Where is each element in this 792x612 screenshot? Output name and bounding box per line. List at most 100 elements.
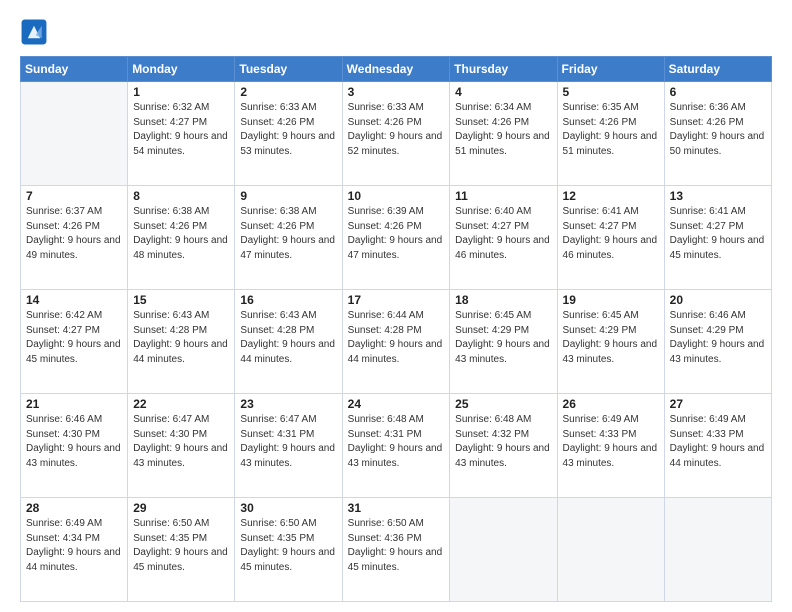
day-info: Sunrise: 6:37 AMSunset: 4:26 PMDaylight:… — [26, 205, 122, 263]
day-info: Sunrise: 6:43 AMSunset: 4:28 PMDaylight:… — [133, 309, 229, 367]
day-number: 27 — [670, 397, 766, 411]
calendar-day-cell: 5 Sunrise: 6:35 AMSunset: 4:26 PMDaylight… — [557, 82, 664, 186]
calendar-week-row: 7 Sunrise: 6:37 AMSunset: 4:26 PMDaylight… — [21, 186, 772, 290]
day-info: Sunrise: 6:47 AMSunset: 4:31 PMDaylight:… — [240, 413, 336, 471]
day-info: Sunrise: 6:33 AMSunset: 4:26 PMDaylight:… — [240, 101, 336, 159]
day-info: Sunrise: 6:41 AMSunset: 4:27 PMDaylight:… — [670, 205, 766, 263]
day-number: 11 — [455, 189, 551, 203]
page: SundayMondayTuesdayWednesdayThursdayFrid… — [0, 0, 792, 612]
day-number: 24 — [348, 397, 445, 411]
calendar-day-cell: 14 Sunrise: 6:42 AMSunset: 4:27 PMDayligh… — [21, 290, 128, 394]
day-number: 23 — [240, 397, 336, 411]
day-number: 1 — [133, 85, 229, 99]
day-info: Sunrise: 6:41 AMSunset: 4:27 PMDaylight:… — [563, 205, 659, 263]
day-info: Sunrise: 6:45 AMSunset: 4:29 PMDaylight:… — [455, 309, 551, 367]
day-info: Sunrise: 6:42 AMSunset: 4:27 PMDaylight:… — [26, 309, 122, 367]
day-number: 25 — [455, 397, 551, 411]
calendar-day-cell: 3 Sunrise: 6:33 AMSunset: 4:26 PMDaylight… — [342, 82, 450, 186]
calendar-day-cell: 2 Sunrise: 6:33 AMSunset: 4:26 PMDaylight… — [235, 82, 342, 186]
weekday-header: Friday — [557, 57, 664, 82]
calendar-table: SundayMondayTuesdayWednesdayThursdayFrid… — [20, 56, 772, 602]
day-number: 8 — [133, 189, 229, 203]
calendar-day-cell: 23 Sunrise: 6:47 AMSunset: 4:31 PMDayligh… — [235, 394, 342, 498]
day-info: Sunrise: 6:50 AMSunset: 4:36 PMDaylight:… — [348, 517, 445, 575]
day-info: Sunrise: 6:32 AMSunset: 4:27 PMDaylight:… — [133, 101, 229, 159]
calendar-day-cell: 27 Sunrise: 6:49 AMSunset: 4:33 PMDayligh… — [664, 394, 771, 498]
calendar-day-cell: 28Sunrise: 6:49 AMSunset: 4:34 PMDayligh… — [21, 498, 128, 602]
calendar-day-cell: 17 Sunrise: 6:44 AMSunset: 4:28 PMDayligh… — [342, 290, 450, 394]
day-number: 5 — [563, 85, 659, 99]
weekday-header: Sunday — [21, 57, 128, 82]
day-number: 22 — [133, 397, 229, 411]
calendar-week-row: 1 Sunrise: 6:32 AMSunset: 4:27 PMDaylight… — [21, 82, 772, 186]
calendar-day-cell: 19 Sunrise: 6:45 AMSunset: 4:29 PMDayligh… — [557, 290, 664, 394]
day-info: Sunrise: 6:44 AMSunset: 4:28 PMDaylight:… — [348, 309, 445, 367]
calendar-day-cell: 1 Sunrise: 6:32 AMSunset: 4:27 PMDaylight… — [128, 82, 235, 186]
day-info: Sunrise: 6:49 AMSunset: 4:34 PMDaylight:… — [26, 517, 122, 575]
day-info: Sunrise: 6:47 AMSunset: 4:30 PMDaylight:… — [133, 413, 229, 471]
header — [20, 18, 772, 46]
day-number: 3 — [348, 85, 445, 99]
day-number: 14 — [26, 293, 122, 307]
calendar-header: SundayMondayTuesdayWednesdayThursdayFrid… — [21, 57, 772, 82]
day-number: 20 — [670, 293, 766, 307]
calendar-day-cell: 29 Sunrise: 6:50 AMSunset: 4:35 PMDayligh… — [128, 498, 235, 602]
day-number: 17 — [348, 293, 445, 307]
day-number: 7 — [26, 189, 122, 203]
calendar-day-cell — [557, 498, 664, 602]
day-number: 9 — [240, 189, 336, 203]
day-number: 15 — [133, 293, 229, 307]
day-info: Sunrise: 6:36 AMSunset: 4:26 PMDaylight:… — [670, 101, 766, 159]
day-info: Sunrise: 6:50 AMSunset: 4:35 PMDaylight:… — [133, 517, 229, 575]
weekday-header: Thursday — [450, 57, 557, 82]
calendar-day-cell: 30 Sunrise: 6:50 AMSunset: 4:35 PMDayligh… — [235, 498, 342, 602]
day-number: 13 — [670, 189, 766, 203]
calendar-day-cell: 21Sunrise: 6:46 AMSunset: 4:30 PMDayligh… — [21, 394, 128, 498]
calendar-week-row: 14 Sunrise: 6:42 AMSunset: 4:27 PMDayligh… — [21, 290, 772, 394]
day-number: 4 — [455, 85, 551, 99]
day-number: 30 — [240, 501, 336, 515]
day-number: 26 — [563, 397, 659, 411]
calendar-day-cell: 26Sunrise: 6:49 AMSunset: 4:33 PMDayligh… — [557, 394, 664, 498]
day-number: 29 — [133, 501, 229, 515]
calendar-day-cell: 25 Sunrise: 6:48 AMSunset: 4:32 PMDayligh… — [450, 394, 557, 498]
day-info: Sunrise: 6:43 AMSunset: 4:28 PMDaylight:… — [240, 309, 336, 367]
day-number: 12 — [563, 189, 659, 203]
calendar-day-cell — [450, 498, 557, 602]
day-number: 18 — [455, 293, 551, 307]
calendar-day-cell: 22 Sunrise: 6:47 AMSunset: 4:30 PMDayligh… — [128, 394, 235, 498]
weekday-row: SundayMondayTuesdayWednesdayThursdayFrid… — [21, 57, 772, 82]
day-number: 19 — [563, 293, 659, 307]
calendar-day-cell: 10Sunrise: 6:39 AMSunset: 4:26 PMDayligh… — [342, 186, 450, 290]
weekday-header: Wednesday — [342, 57, 450, 82]
day-info: Sunrise: 6:50 AMSunset: 4:35 PMDaylight:… — [240, 517, 336, 575]
calendar-day-cell: 24 Sunrise: 6:48 AMSunset: 4:31 PMDayligh… — [342, 394, 450, 498]
day-info: Sunrise: 6:46 AMSunset: 4:30 PMDaylight:… — [26, 413, 122, 471]
weekday-header: Tuesday — [235, 57, 342, 82]
calendar-day-cell: 20 Sunrise: 6:46 AMSunset: 4:29 PMDayligh… — [664, 290, 771, 394]
day-info: Sunrise: 6:35 AMSunset: 4:26 PMDaylight:… — [563, 101, 659, 159]
calendar-day-cell: 7 Sunrise: 6:37 AMSunset: 4:26 PMDaylight… — [21, 186, 128, 290]
calendar-week-row: 28Sunrise: 6:49 AMSunset: 4:34 PMDayligh… — [21, 498, 772, 602]
calendar-day-cell: 12 Sunrise: 6:41 AMSunset: 4:27 PMDayligh… — [557, 186, 664, 290]
calendar-day-cell: 6Sunrise: 6:36 AMSunset: 4:26 PMDaylight… — [664, 82, 771, 186]
logo-icon — [20, 18, 48, 46]
logo — [20, 18, 50, 46]
day-info: Sunrise: 6:39 AMSunset: 4:26 PMDaylight:… — [348, 205, 445, 263]
weekday-header: Saturday — [664, 57, 771, 82]
day-info: Sunrise: 6:38 AMSunset: 4:26 PMDaylight:… — [133, 205, 229, 263]
day-info: Sunrise: 6:48 AMSunset: 4:32 PMDaylight:… — [455, 413, 551, 471]
day-info: Sunrise: 6:49 AMSunset: 4:33 PMDaylight:… — [670, 413, 766, 471]
day-number: 2 — [240, 85, 336, 99]
calendar-day-cell: 16Sunrise: 6:43 AMSunset: 4:28 PMDayligh… — [235, 290, 342, 394]
day-info: Sunrise: 6:46 AMSunset: 4:29 PMDaylight:… — [670, 309, 766, 367]
calendar-day-cell: 15 Sunrise: 6:43 AMSunset: 4:28 PMDayligh… — [128, 290, 235, 394]
calendar-day-cell — [664, 498, 771, 602]
day-info: Sunrise: 6:48 AMSunset: 4:31 PMDaylight:… — [348, 413, 445, 471]
day-info: Sunrise: 6:38 AMSunset: 4:26 PMDaylight:… — [240, 205, 336, 263]
day-info: Sunrise: 6:45 AMSunset: 4:29 PMDaylight:… — [563, 309, 659, 367]
calendar-body: 1 Sunrise: 6:32 AMSunset: 4:27 PMDaylight… — [21, 82, 772, 602]
calendar-day-cell: 13 Sunrise: 6:41 AMSunset: 4:27 PMDayligh… — [664, 186, 771, 290]
day-info: Sunrise: 6:33 AMSunset: 4:26 PMDaylight:… — [348, 101, 445, 159]
day-info: Sunrise: 6:34 AMSunset: 4:26 PMDaylight:… — [455, 101, 551, 159]
